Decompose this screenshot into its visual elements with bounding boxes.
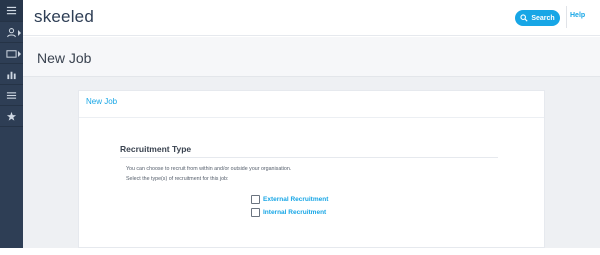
- page-header: New Job: [23, 37, 600, 77]
- help-link[interactable]: Help: [570, 12, 585, 19]
- sidebar-item-statistics[interactable]: [0, 64, 23, 85]
- bar-chart-icon: [7, 71, 16, 79]
- external-recruitment-option[interactable]: External Recruitment: [251, 195, 328, 204]
- new-job-card: New Job Recruitment Type You can choose …: [78, 90, 545, 248]
- list-icon: [6, 91, 17, 99]
- search-button-label: Search: [531, 14, 555, 22]
- sidebar-menu-toggle[interactable]: [0, 0, 23, 22]
- recruitment-description-line2: Select the type(s) of recruitment for th…: [126, 176, 229, 182]
- section-divider: [120, 157, 498, 158]
- search-icon: [520, 14, 528, 22]
- user-icon: [7, 27, 16, 37]
- sidebar-item-list[interactable]: [0, 85, 23, 106]
- star-icon: [6, 111, 17, 121]
- skeeled-logo[interactable]: skeeled: [34, 7, 94, 27]
- external-recruitment-checkbox[interactable]: [251, 195, 260, 204]
- internal-recruitment-label[interactable]: Internal Recruitment: [263, 209, 326, 216]
- card-divider: [79, 117, 544, 118]
- search-button[interactable]: Search: [515, 10, 560, 26]
- sidebar-item-candidates[interactable]: [0, 22, 23, 43]
- section-title-recruitment-type: Recruitment Type: [120, 144, 192, 154]
- main-content: New Job New Job Recruitment Type You can…: [23, 37, 600, 248]
- external-recruitment-label[interactable]: External Recruitment: [263, 196, 328, 203]
- internal-recruitment-checkbox[interactable]: [251, 208, 260, 217]
- submenu-arrow-icon: [18, 51, 21, 57]
- hamburger-menu-icon: [6, 6, 17, 15]
- sidebar: [0, 0, 23, 248]
- card-title: New Job: [86, 97, 118, 106]
- submenu-arrow-icon: [18, 30, 21, 36]
- recruitment-description-line1: You can choose to recruit from within an…: [126, 166, 292, 172]
- sidebar-item-favorites[interactable]: [0, 106, 23, 127]
- video-icon: [6, 49, 17, 58]
- internal-recruitment-option[interactable]: Internal Recruitment: [251, 208, 326, 217]
- page-title: New Job: [37, 50, 92, 66]
- top-bar: skeeled Search Help: [23, 0, 600, 36]
- sidebar-item-videos[interactable]: [0, 43, 23, 64]
- topbar-divider: [566, 6, 567, 28]
